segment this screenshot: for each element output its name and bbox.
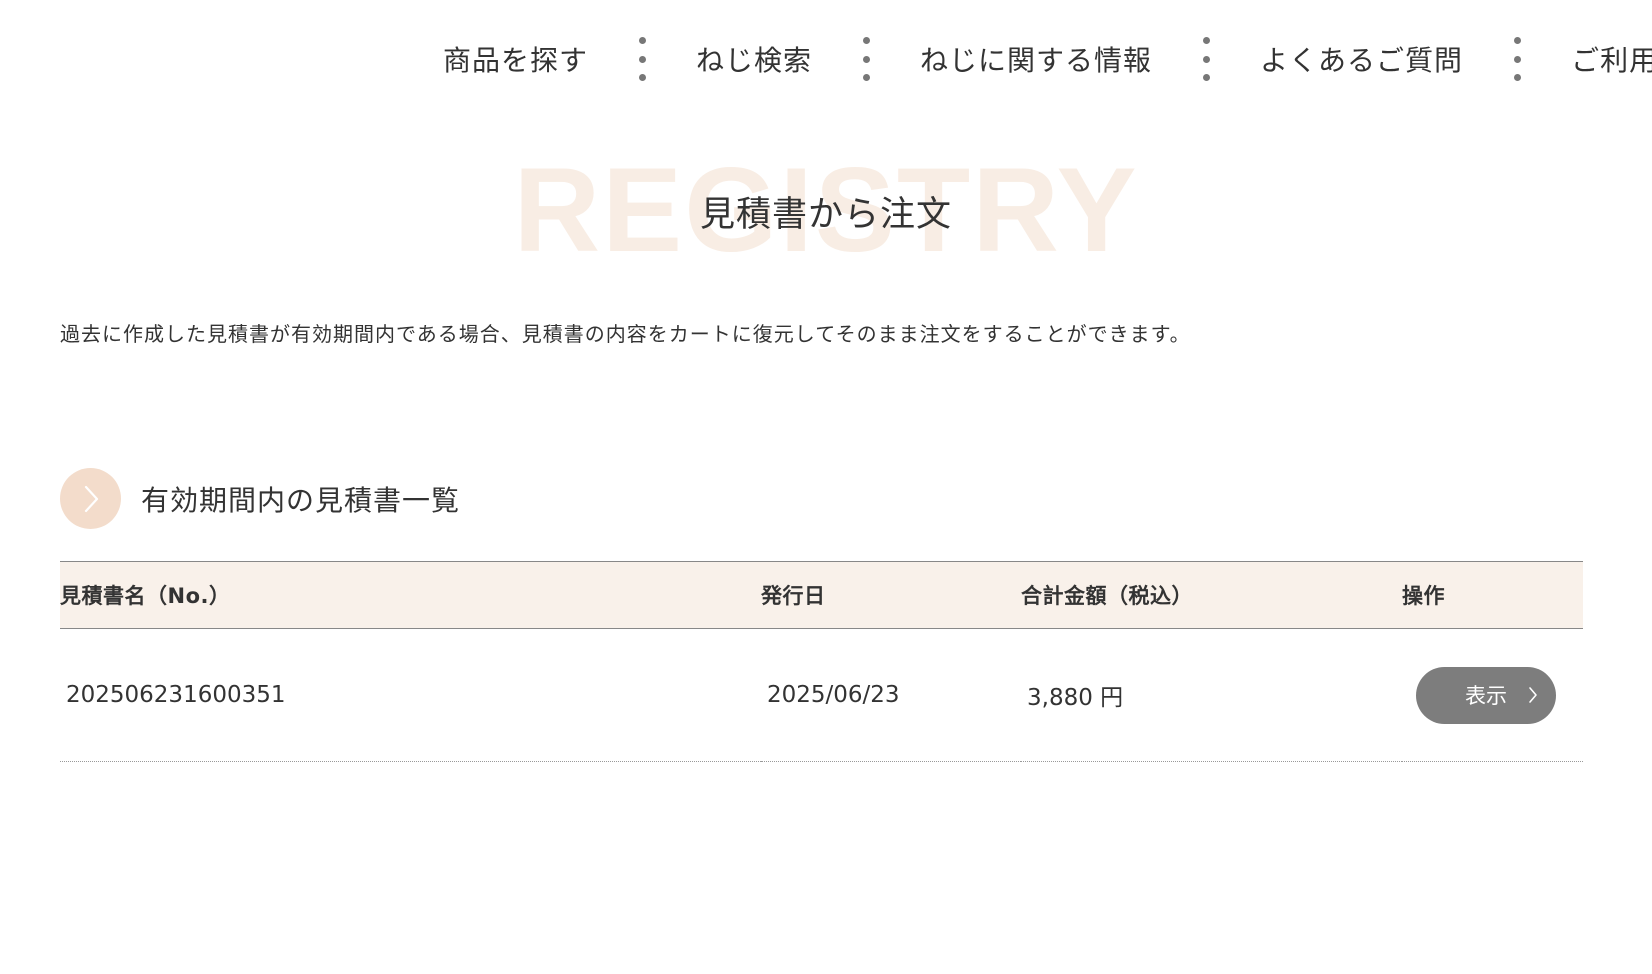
page: 商品を探す ねじ検索 ねじに関する情報 よくあるご質問 ご利用 REGISTRY… [0,0,1652,974]
header-action: 操作 [1402,584,1445,608]
view-button[interactable]: 表示 [1416,666,1556,724]
nav-item-usage[interactable]: ご利用 [1571,39,1652,79]
chevron-right-icon [1529,687,1537,703]
nav-separator [1202,37,1210,81]
cell-action: 表示 [1402,628,1583,762]
nav-item-faq[interactable]: よくあるご質問 [1260,39,1463,79]
nav-separator [1513,37,1521,81]
cell-total-amount: 3,880 円 [1021,628,1402,762]
page-title: 見積書から注文 [699,195,952,235]
view-button-label: 表示 [1465,684,1507,708]
nav-separator [638,37,646,81]
nav-item-screw-info[interactable]: ねじに関する情報 [920,39,1152,79]
table-row: 202506231600351 2025/06/23 3,880 円 表示 [60,628,1583,762]
quote-table: 見積書名（No.） 発行日 合計金額（税込） 操作 20250623160035… [60,561,1583,762]
nav-item-product-search[interactable]: 商品を探す [443,39,588,79]
chevron-right-icon [60,468,121,529]
nav-item-screw-search[interactable]: ねじ検索 [696,39,812,79]
nav-separator [862,37,870,81]
section-heading: 有効期間内の見積書一覧 [60,468,460,529]
header-total-amount: 合計金額（税込） [1021,584,1193,608]
header-issue-date: 発行日 [761,584,826,608]
cell-quote-number: 202506231600351 [60,628,761,762]
table-header-row: 見積書名（No.） 発行日 合計金額（税込） 操作 [60,561,1583,629]
top-nav: 商品を探す ねじ検索 ねじに関する情報 よくあるご質問 ご利用 [443,0,1652,118]
cell-issue-date: 2025/06/23 [761,628,1021,762]
section-title: 有効期間内の見積書一覧 [141,483,461,517]
page-description: 過去に作成した見積書が有効期間内である場合、見積書の内容をカートに復元してそのま… [60,322,1191,346]
header-quote-name: 見積書名（No.） [60,584,231,608]
